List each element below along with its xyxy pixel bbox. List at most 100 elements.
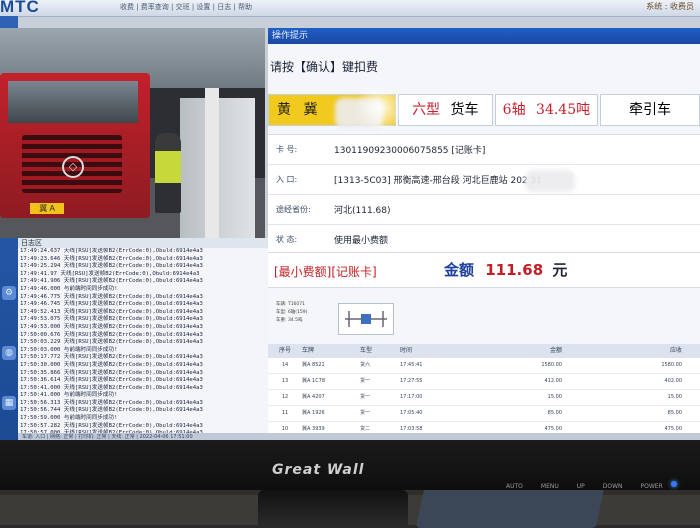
monitor-button-label[interactable]: DOWN (603, 483, 623, 490)
table-cell: 412.00 (544, 378, 563, 384)
table-cell: 17:45:41 (400, 362, 423, 368)
history-table[interactable]: 14 冀A 8521 货六 17:45:41 1580.00 1580.00 13 冀A 1C… (268, 358, 700, 433)
table-cell: 17:03:58 (400, 426, 423, 432)
table-header-cell[interactable]: 车型 (360, 344, 400, 358)
table-cell: 17:17:00 (400, 394, 423, 400)
log-line: 17:49:53.000 天线[RSU]发送帧B2(ErrCode:0),Obu… (20, 323, 203, 330)
fee-amount-line: 金额 111.68 元 (444, 259, 567, 280)
table-cell: 17:05:40 (400, 410, 423, 416)
table-cell: 货一 (360, 378, 371, 384)
axle-diagram-svg (345, 311, 387, 327)
log-line: 17:50:30.000 天线[RSU]发送帧B2(ErrCode:0),Obu… (20, 361, 203, 368)
table-cell: 12 (281, 394, 289, 400)
table-row[interactable]: 10 冀A 3939 货二 17:03:58 475.00 475.00 (268, 422, 700, 433)
operation-prompt: 请按【确认】键扣费 (270, 60, 379, 74)
vehicle-type: 六型 (412, 102, 441, 118)
log-line: 17:50:03.229 天线[RSU]发送帧B2(ErrCode:0),Obu… (20, 339, 203, 346)
monitor-buttons: AUTO MENU UP DOWN POWER (506, 483, 663, 490)
log-panel[interactable]: 17:49:24.637 天线[RSU]发送帧B2(ErrCode:0),Obu… (18, 248, 268, 433)
vehicle-class-cell: 牵引车 (599, 94, 700, 126)
plate-color: 黄 (277, 102, 291, 118)
monitor-brand: Great Wall (272, 462, 365, 478)
truck-plate: 冀 A (30, 203, 64, 214)
log-line: 17:49:25.294 天线[RSU]发送帧B2(ErrCode:0),Obu… (20, 263, 203, 270)
table-cell: 13 (281, 378, 289, 384)
keypad (415, 488, 605, 528)
info-value: 13011909230006075855 [记账卡] (334, 146, 486, 156)
fee-box: [最小费额][记账卡] 金额 111.68 元 (268, 252, 700, 288)
log-line: 17:50:35.866 天线[RSU]发送帧B2(ErrCode:0),Obu… (20, 369, 203, 376)
table-cell: 冀A 1926 (302, 410, 325, 416)
table-row[interactable]: 12 冀A 4207 货一 17:17:00 15.00 15.00 (268, 390, 700, 406)
title-bar: MTC 收费 | 费率查询 | 交班 | 设置 | 日志 | 帮助 系统 : 收… (0, 0, 700, 17)
power-led (671, 481, 677, 487)
axle-count: 6轴 (502, 102, 526, 118)
table-cell: 货一 (360, 410, 371, 416)
table-cell: 冀A 1C78 (302, 378, 326, 384)
axle-weight-cell: 6轴 34.45吨 (494, 94, 598, 126)
truck-windshield (8, 81, 138, 123)
table-cell: 17:27:55 (400, 378, 423, 384)
truck-image: ◇ 冀 A (0, 73, 150, 218)
info-row: 入 口: [1313-5C03] 邢衡高速-邢台段 河北巨鹿站 202 31 (268, 165, 700, 195)
info-label: 入 口: (276, 175, 298, 184)
monitor-button-label[interactable]: MENU (541, 483, 559, 490)
fee-tag: [最小费额][记账卡] (274, 265, 377, 279)
table-cell: 15.00 (547, 394, 562, 400)
table-row[interactable]: 11 冀A 1926 货一 17:05:40 85.00 85.00 (268, 406, 700, 422)
info-row: 途经省份: 河北(111.68) (268, 195, 700, 225)
table-header-cell[interactable]: 应收 (580, 344, 700, 358)
monitor-button-label[interactable]: UP (577, 483, 585, 490)
grid-icon[interactable]: ▦ (2, 396, 16, 410)
table-row[interactable]: 14 冀A 8521 货六 17:45:41 1580.00 1580.00 (268, 358, 700, 374)
log-line: 17:50:59.000 与前端时间同步成功! (20, 415, 118, 422)
axle-meta: 车辆: T16071 车型: 6轴(159) 车重: 34.5吨 (276, 301, 307, 325)
info-value: 使用最小费额 (334, 236, 389, 246)
table-header-cell[interactable]: 车牌 (302, 344, 360, 358)
table-header-cell[interactable]: 时间 (400, 344, 470, 358)
log-line: 17:50:00.676 天线[RSU]发送帧B2(ErrCode:0),Obu… (20, 331, 203, 338)
table-cell: 15.00 (667, 394, 682, 400)
log-title: 日志区 (18, 238, 268, 248)
panel-header: 操作提示 (268, 28, 700, 44)
toll-worker (155, 133, 181, 213)
camera-view: ◇ 冀 A (0, 28, 265, 238)
history-table-header: 序号 车牌 车型 时间 金额 应收 (268, 344, 700, 358)
table-header-cell[interactable]: 序号 (268, 344, 302, 358)
monitor-button-label[interactable]: AUTO (506, 483, 523, 490)
table-cell: 475.00 (544, 426, 563, 432)
info-value: [1313-5C03] 邢衡高速-邢台段 河北巨鹿站 202 31 (334, 176, 542, 186)
vehicle-row: 黄 冀 六型 货车 6轴 34.45吨 牵引车 (268, 94, 700, 126)
screen-glare (350, 88, 410, 128)
vehicle-type-cell: 六型 货车 (397, 94, 493, 126)
info-row: 卡 号: 13011909230006075855 [记账卡] (268, 135, 700, 165)
axle-meta-line: 车重: 34.5吨 (276, 318, 303, 323)
table-cell: 货二 (360, 426, 371, 432)
settings-icon[interactable]: ⚙ (2, 286, 16, 300)
log-line: 17:49:41.906 天线[RSU]发送帧B2(ErrCode:0),Obu… (20, 278, 203, 285)
toll-pole (205, 88, 219, 238)
vehicle-kind: 货车 (450, 102, 479, 118)
user-info: 系统 : 收费员 (646, 2, 694, 11)
info-box: 卡 号: 13011909230006075855 [记账卡] 入 口: [1313-… (268, 134, 700, 255)
log-line: 17:49:46.000 与前端时间同步成功! (20, 285, 118, 292)
privacy-blur-entry (525, 170, 575, 192)
table-cell: 85.00 (547, 410, 562, 416)
table-cell: 10 (281, 426, 289, 432)
axle-meta-line: 车型: 6轴(159) (276, 310, 308, 315)
app-logo: MTC (0, 0, 40, 16)
plate-prefix: 冀 (303, 102, 318, 118)
fee-unit: 元 (552, 261, 568, 279)
table-cell: 1580.00 (661, 362, 682, 368)
log-line: 17:50:56.744 天线[RSU]发送帧B2(ErrCode:0),Obu… (20, 407, 203, 414)
info-label: 卡 号: (276, 145, 298, 154)
signal-icon[interactable]: ◍ (2, 346, 16, 360)
table-cell: 冀A 3939 (302, 426, 325, 432)
table-row[interactable]: 13 冀A 1C78 货一 17:27:55 412.00 402.00 (268, 374, 700, 390)
monitor-button-label[interactable]: POWER (641, 483, 663, 490)
monitor-stand (258, 490, 408, 525)
table-cell: 冀A 4207 (302, 394, 325, 400)
table-header-cell[interactable]: 金额 (470, 344, 580, 358)
axle-box: 车辆: T16071 车型: 6轴(159) 车重: 34.5吨 (268, 291, 700, 341)
menu-bar[interactable]: 收费 | 费率查询 | 交班 | 设置 | 日志 | 帮助 (120, 2, 252, 12)
